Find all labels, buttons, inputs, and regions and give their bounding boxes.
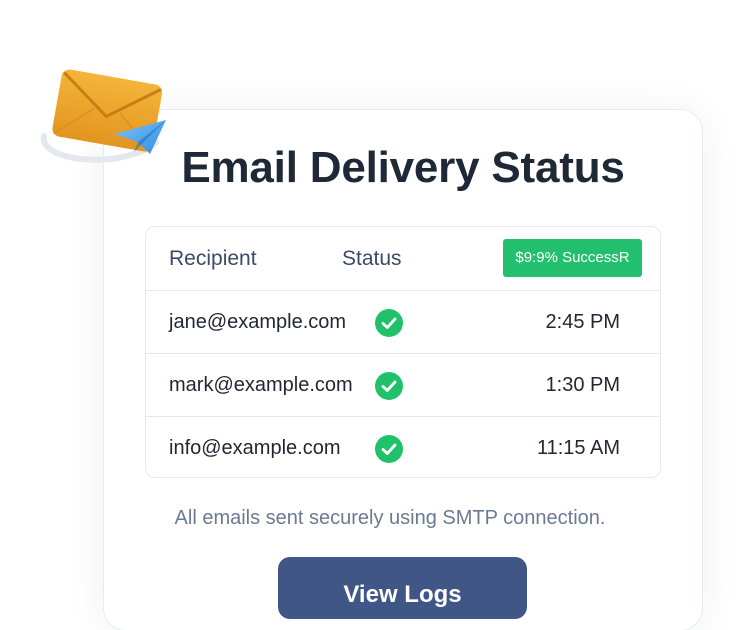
- column-header-status: Status: [342, 247, 402, 270]
- table-row: info@example.com 11:15 AM: [146, 416, 660, 477]
- table-row: mark@example.com 1:30 PM: [146, 353, 660, 416]
- delivery-time: 11:15 AM: [536, 437, 620, 459]
- view-logs-button[interactable]: View Logs: [278, 557, 527, 619]
- recipient-email: mark@example.com: [169, 374, 353, 396]
- check-circle-icon: [375, 309, 403, 337]
- security-footnote: All emails sent securely using SMTP conn…: [174, 507, 606, 529]
- check-circle-icon: [375, 435, 403, 463]
- check-circle-icon: [375, 372, 403, 400]
- success-rate-badge: $9:9% SuccessR: [503, 239, 642, 277]
- delivery-time: 2:45 PM: [545, 311, 620, 333]
- delivery-time: 1:30 PM: [545, 374, 620, 396]
- delivery-table: Recipient Status $9:9% SuccessR jane@exa…: [145, 226, 661, 478]
- recipient-email: jane@example.com: [169, 311, 347, 333]
- recipient-email: info@example.com: [169, 437, 341, 459]
- column-header-recipient: Recipient: [169, 247, 257, 270]
- page-title: Email Delivery Status: [181, 143, 625, 192]
- table-header-row: Recipient Status $9:9% SuccessR: [146, 227, 660, 290]
- table-row: jane@example.com 2:45 PM: [146, 290, 660, 353]
